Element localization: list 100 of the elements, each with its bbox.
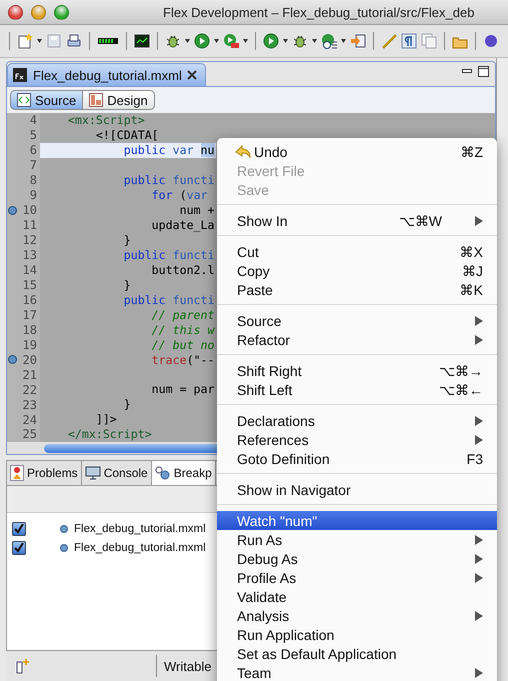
line-number: 9 xyxy=(28,188,37,202)
menu-item[interactable]: Paste ⌘K xyxy=(217,280,497,299)
code-text: <![CDATA[ xyxy=(94,128,159,142)
line-number: 11 xyxy=(22,218,37,232)
menu-item[interactable]: Watch "num" xyxy=(217,511,497,530)
code-text: nu xyxy=(200,143,215,157)
line-number: 14 xyxy=(22,263,37,277)
menu-label: Profile As xyxy=(237,570,298,586)
editor-tab[interactable]: Flex_debug_tutorial.mxml xyxy=(7,63,206,86)
breakpoint-marker[interactable] xyxy=(8,206,17,215)
menu-item[interactable]: Profile As xyxy=(217,568,497,587)
mode-button[interactable]: Design xyxy=(83,90,155,110)
maximize-icon[interactable] xyxy=(478,66,489,77)
code-text: num + xyxy=(178,202,215,216)
caret-icon[interactable] xyxy=(37,39,42,43)
line-number: 12 xyxy=(22,233,37,248)
menu-item[interactable]: Declarations xyxy=(217,411,497,430)
play-icon[interactable] xyxy=(263,33,279,49)
code-text: // this w xyxy=(150,322,215,336)
menu-item[interactable]: Goto Definition F3 xyxy=(217,449,497,468)
mode-button[interactable]: Source xyxy=(10,90,84,110)
caret-icon[interactable] xyxy=(283,39,288,43)
menu-item[interactable]: Shift Left ⌥⌘← xyxy=(217,380,497,399)
line-number: 25 xyxy=(22,427,37,442)
menu-item[interactable]: Run Application xyxy=(217,625,497,644)
line-number: 15 xyxy=(22,278,37,292)
code-text: update_La xyxy=(150,218,215,232)
minimize-button[interactable] xyxy=(31,4,46,20)
menu-item[interactable]: Run As xyxy=(217,530,497,549)
menu-item[interactable]: Analysis xyxy=(217,606,497,625)
line-number: 4 xyxy=(28,113,37,128)
print-icon[interactable] xyxy=(66,33,82,49)
menu-label: Analysis xyxy=(237,608,290,624)
code-text: // but no xyxy=(150,338,215,352)
zoom-button[interactable] xyxy=(54,4,69,20)
pilcrow-icon[interactable] xyxy=(401,33,417,49)
play-toolbox-icon[interactable] xyxy=(223,33,239,49)
play-icon[interactable] xyxy=(194,33,210,49)
code-text: public xyxy=(122,292,166,306)
caret-icon[interactable] xyxy=(214,39,219,43)
tab-label: Problems xyxy=(27,466,78,480)
menu-item[interactable]: Show In ⌥⌘W xyxy=(217,211,497,230)
panel-tab[interactable]: Problems xyxy=(7,461,82,485)
breakpoint-file[interactable]: Flex_debug_tutorial.mxml xyxy=(74,522,206,534)
line-number: 22 xyxy=(22,382,37,397)
menu-item[interactable]: Shift Right ⌥⌘→ xyxy=(217,361,497,380)
code-icon xyxy=(17,93,31,107)
close-icon[interactable] xyxy=(186,70,197,80)
menu-item[interactable]: References xyxy=(217,430,497,449)
checkbox[interactable] xyxy=(12,522,26,536)
line-number: 16 xyxy=(22,292,37,307)
code-text: num = par xyxy=(150,382,215,396)
layout-icon xyxy=(89,93,104,107)
menu-item[interactable]: Team xyxy=(217,663,497,681)
breakpoint-file[interactable]: Flex_debug_tutorial.mxml xyxy=(74,542,206,554)
panel-tab[interactable]: Console xyxy=(82,461,152,485)
code-text: functi xyxy=(172,248,215,262)
menu-item[interactable]: Validate xyxy=(217,587,497,606)
bug-icon[interactable] xyxy=(292,33,308,49)
line-number: 10 xyxy=(22,203,37,218)
caret-icon[interactable] xyxy=(243,39,248,43)
tab-label: Flex_debug_tutorial.mxml xyxy=(33,68,182,82)
code-text: <mx:Script> xyxy=(66,113,145,127)
caret-icon[interactable] xyxy=(341,39,346,43)
export-icon[interactable] xyxy=(350,33,366,49)
caret-icon[interactable] xyxy=(312,39,317,43)
code-text: } xyxy=(122,278,131,292)
menu-item[interactable]: Source xyxy=(217,311,497,330)
monitor-icon[interactable] xyxy=(134,33,150,49)
menu-label: Debug As xyxy=(237,550,299,566)
menu-item[interactable]: Refactor xyxy=(217,330,497,349)
tab-label: Console xyxy=(104,466,148,480)
menu-item[interactable]: Show in Navigator xyxy=(217,480,497,499)
breakpoints-icon xyxy=(154,466,171,480)
menu-item[interactable]: Debug As xyxy=(217,549,497,568)
line-number: 19 xyxy=(22,338,37,352)
menu-item[interactable]: Copy ⌘J xyxy=(217,261,497,280)
code-text: public xyxy=(122,172,166,186)
code-text: </mx:Script> xyxy=(66,427,152,441)
breakpoint-marker[interactable] xyxy=(8,355,17,364)
caret-icon[interactable] xyxy=(185,39,190,43)
shortcut-text: ⌘Z xyxy=(460,144,483,160)
file-icon xyxy=(12,67,28,83)
close-button[interactable] xyxy=(8,4,23,20)
code-text: trace xyxy=(150,352,187,366)
panel-tab[interactable]: Breakp xyxy=(152,461,216,485)
new-file-icon[interactable] xyxy=(17,33,33,49)
bug-icon[interactable] xyxy=(165,33,181,49)
tab-label: Breakp xyxy=(174,466,212,480)
menu-item[interactable]: Set as Default Application xyxy=(217,644,497,663)
line-number: 24 xyxy=(22,412,37,427)
code-text: ]]> xyxy=(94,412,117,426)
menu-item[interactable]: Undo ⌘Z xyxy=(217,142,497,161)
line-number: 13 xyxy=(22,248,37,262)
line-number: 8 xyxy=(28,173,37,188)
code-text: functi xyxy=(172,292,215,306)
checkbox[interactable] xyxy=(12,540,26,554)
menu-item[interactable]: Cut ⌘X xyxy=(217,242,497,261)
code-text: ( xyxy=(178,188,187,202)
play-clock-icon[interactable] xyxy=(321,33,337,49)
